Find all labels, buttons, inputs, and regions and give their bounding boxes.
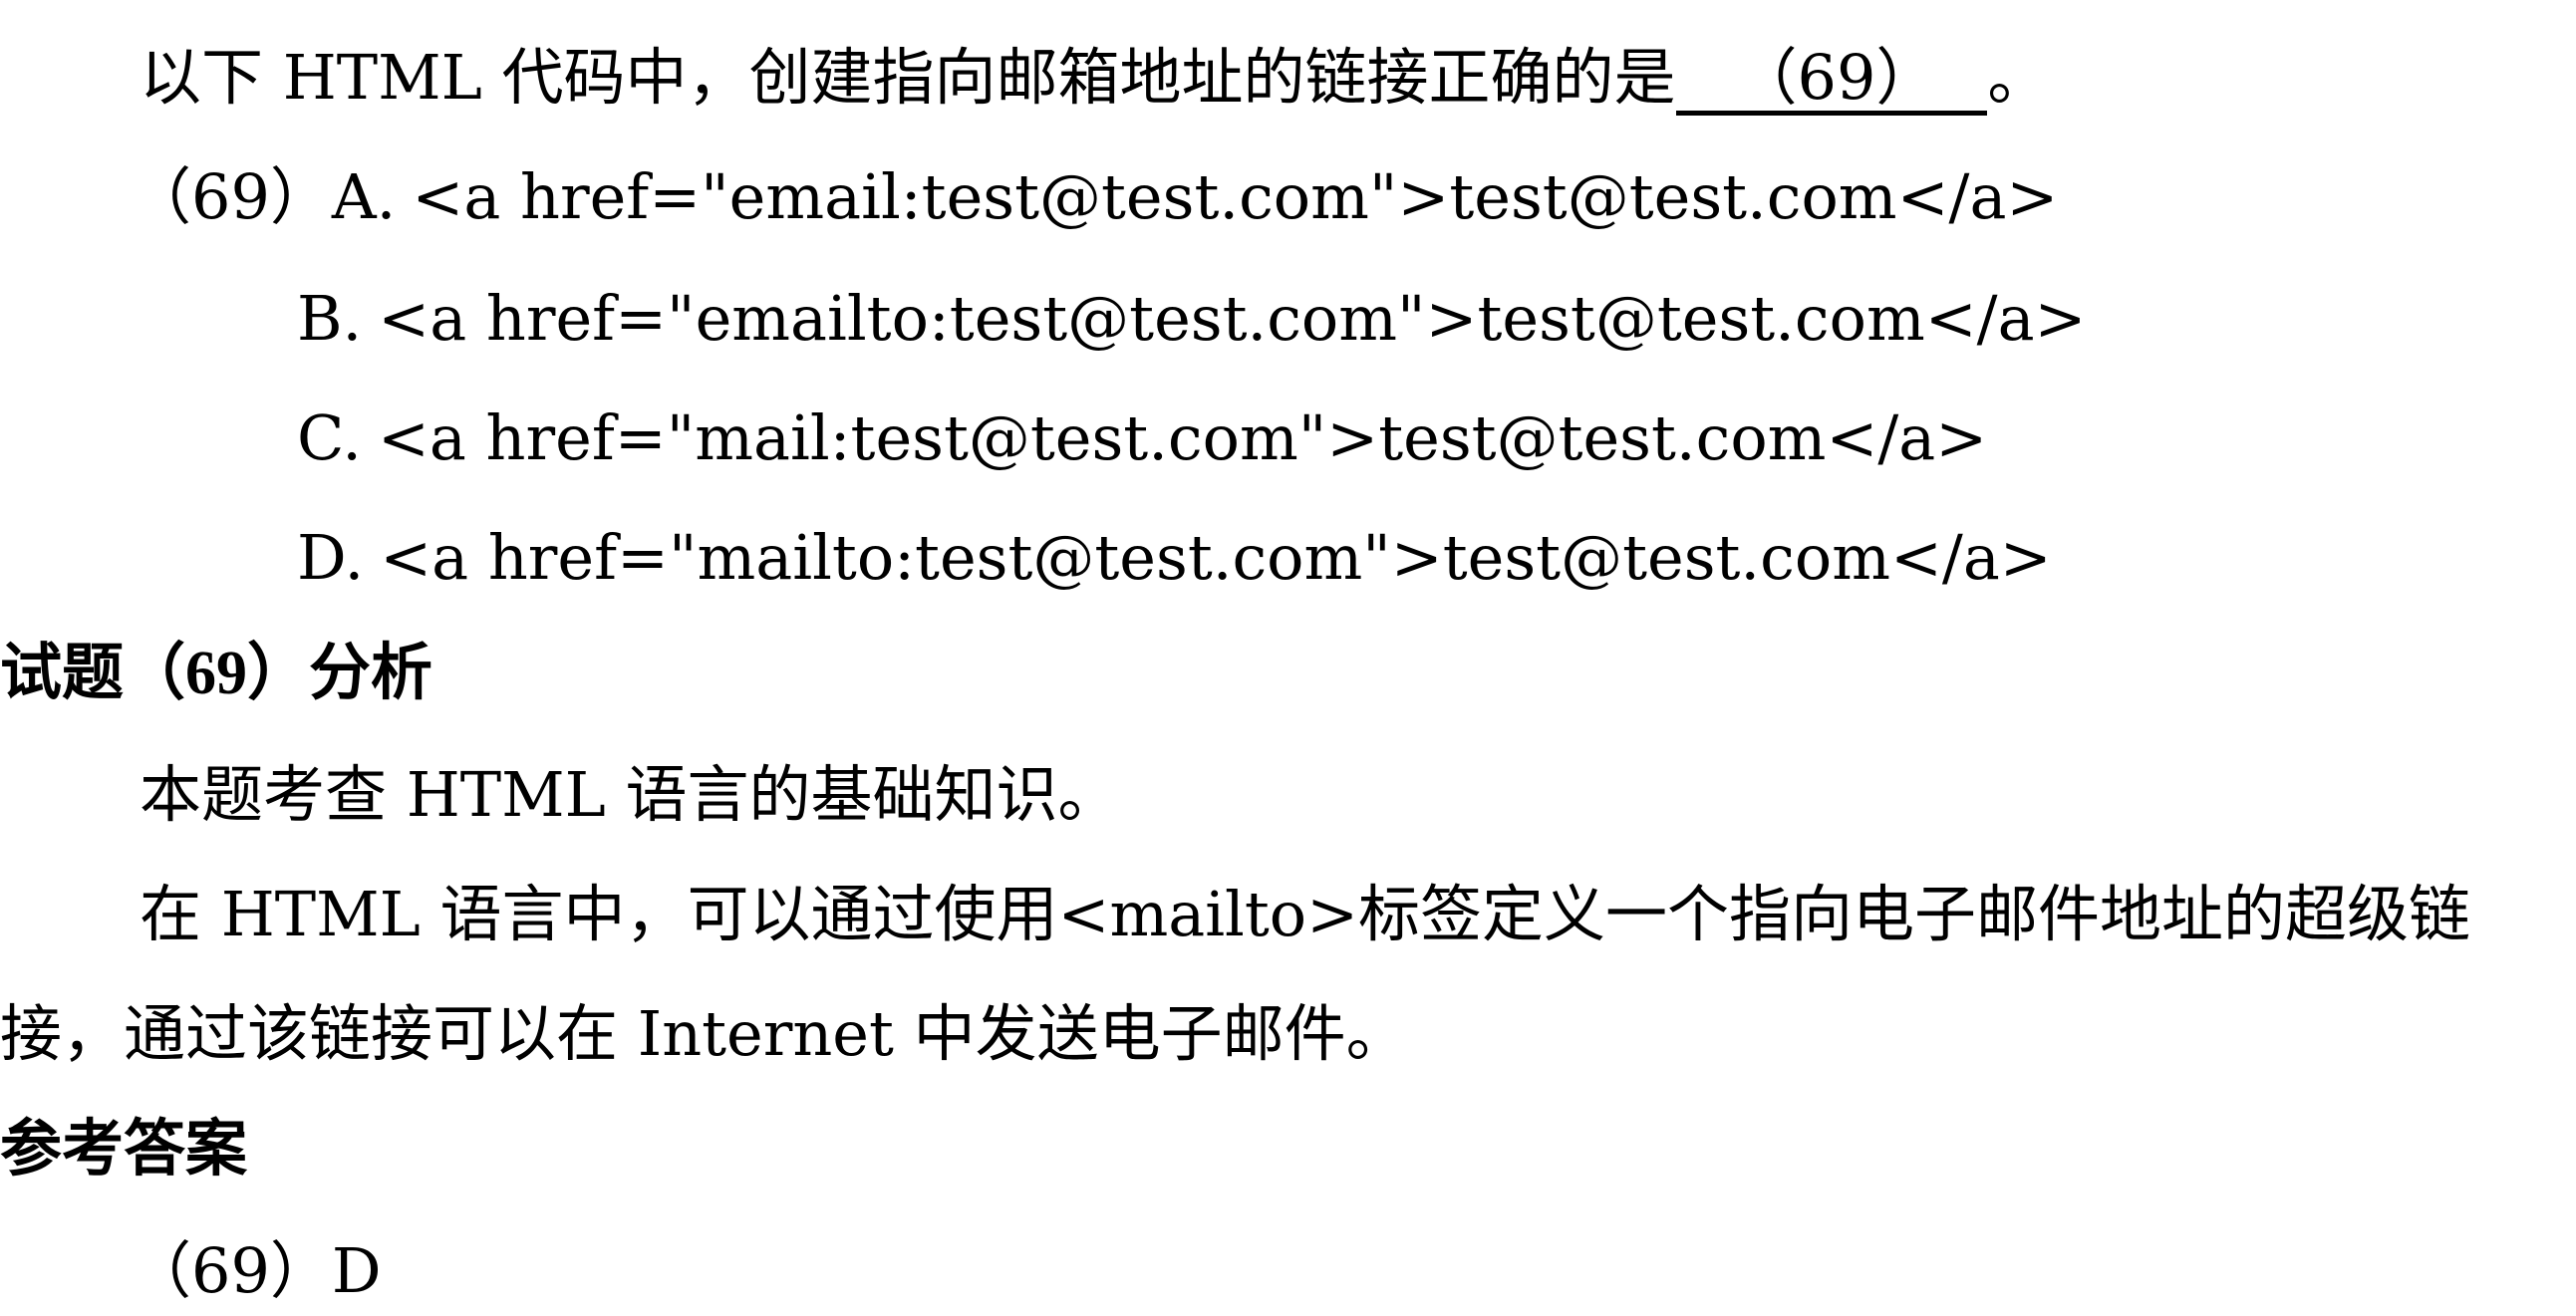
analysis-paragraph-2-line-2: 接，通过该链接可以在 Internet 中发送电子邮件。 — [0, 997, 1408, 1070]
option-a: （69）A. <a href="email:test@test.com">test… — [130, 157, 2058, 237]
question-text: 以下 HTML 代码中，创建指向邮箱地址的链接正确的是 — [140, 41, 1676, 114]
option-letter: B. — [297, 282, 363, 355]
option-prefix: （69） — [130, 160, 332, 233]
question-end: 。 — [1987, 41, 2050, 114]
answer-blank: （69） — [1675, 45, 1988, 116]
answer-heading: 参考答案 — [0, 1112, 248, 1184]
option-b: B. <a href="emailto:test@test.com">test@t… — [297, 279, 2086, 359]
option-c: C. <a href="mail:test@test.com">test@test… — [297, 398, 1987, 478]
analysis-paragraph-1: 本题考查 HTML 语言的基础知识。 — [140, 758, 1120, 831]
analysis-heading: 试题（69）分析 — [0, 636, 433, 708]
option-code: <a href="emailto:test@test.com">test@tes… — [378, 282, 2087, 355]
option-code: <a href="mail:test@test.com">test@test.c… — [377, 401, 1988, 474]
question-stem: 以下 HTML 代码中，创建指向邮箱地址的链接正确的是 （69）。 — [140, 38, 2049, 118]
option-letter: C. — [297, 401, 362, 474]
option-code: <a href="mailto:test@test.com">test@test… — [380, 521, 2052, 594]
option-d: D. <a href="mailto:test@test.com">test@te… — [297, 518, 2052, 598]
answer-value: （69）D — [130, 1234, 382, 1307]
option-letter: D. — [297, 521, 365, 594]
option-letter: A. — [331, 160, 397, 233]
option-code: <a href="email:test@test.com">test@test.… — [412, 160, 2059, 233]
analysis-paragraph-2-line-1: 在 HTML 语言中，可以通过使用<mailto>标签定义一个指向电子邮件地址的… — [140, 878, 2471, 950]
